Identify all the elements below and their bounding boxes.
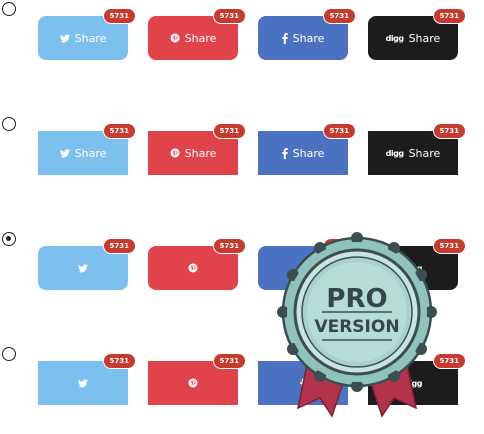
share-count-badge: 5731 xyxy=(103,354,135,368)
share-count-badge: 5731 xyxy=(213,239,245,253)
twitter-bird-icon xyxy=(59,33,70,43)
share-count-badge: 5731 xyxy=(213,124,245,138)
share-label: Share xyxy=(184,146,217,160)
digg-share-button[interactable]: digg Share 5731 xyxy=(368,124,465,175)
digg-share-button[interactable]: digg Share 5731 xyxy=(368,9,465,60)
share-count-badge: 5731 xyxy=(433,9,465,23)
style-option-4-radio[interactable] xyxy=(2,347,16,361)
share-count-badge: 5731 xyxy=(433,124,465,138)
facebook-share-button[interactable]: Share 5731 xyxy=(258,124,355,175)
pinterest-share-button[interactable]: Share 5731 xyxy=(148,124,245,175)
twitter-bird-icon xyxy=(78,263,88,273)
digg-logo-icon: digg xyxy=(385,33,404,43)
pro-text: PRO xyxy=(326,284,387,314)
share-label: Share xyxy=(74,146,107,160)
twitter-bird-icon xyxy=(59,148,70,158)
share-label: Share xyxy=(292,146,325,160)
radio-selected-dot xyxy=(6,236,11,241)
digg-logo-icon: digg xyxy=(385,148,404,158)
pinterest-icon xyxy=(188,378,198,388)
share-count-badge: 5731 xyxy=(213,9,245,23)
pinterest-share-button[interactable]: Share 5731 xyxy=(148,9,245,60)
share-count-badge: 5731 xyxy=(103,124,135,138)
facebook-share-button[interactable]: Share 5731 xyxy=(258,9,355,60)
share-count-badge: 5731 xyxy=(323,124,355,138)
share-label: Share xyxy=(292,31,325,45)
share-count-badge: 5731 xyxy=(323,9,355,23)
share-label: Share xyxy=(408,146,441,160)
pinterest-share-button[interactable]: 5731 xyxy=(148,354,245,405)
pro-version-seal-graphic: PRO VERSION xyxy=(277,232,437,418)
pro-version-seal: PRO VERSION xyxy=(272,230,442,420)
facebook-f-icon xyxy=(281,32,288,44)
twitter-share-button[interactable]: 5731 xyxy=(38,239,135,290)
style-option-1: Share 5731 Share 5731 Share 5731 digg Sh… xyxy=(0,2,484,62)
style-option-2: Share 5731 Share 5731 Share 5731 digg Sh… xyxy=(0,117,484,177)
pinterest-share-button[interactable]: 5731 xyxy=(148,239,245,290)
style-option-2-radio[interactable] xyxy=(2,117,16,131)
share-count-badge: 5731 xyxy=(103,9,135,23)
share-label: Share xyxy=(184,31,217,45)
pinterest-icon xyxy=(170,33,180,43)
twitter-bird-icon xyxy=(78,378,88,388)
pinterest-icon xyxy=(188,263,198,273)
style-option-3-radio[interactable] xyxy=(2,232,16,246)
share-count-badge: 5731 xyxy=(103,239,135,253)
share-label: Share xyxy=(408,31,441,45)
version-text: VERSION xyxy=(314,317,399,337)
facebook-f-icon xyxy=(281,147,288,159)
share-label: Share xyxy=(74,31,107,45)
pinterest-icon xyxy=(170,148,180,158)
twitter-share-button[interactable]: Share 5731 xyxy=(38,124,135,175)
twitter-share-button[interactable]: Share 5731 xyxy=(38,9,135,60)
share-count-badge: 5731 xyxy=(213,354,245,368)
style-option-1-radio[interactable] xyxy=(2,2,16,16)
twitter-share-button[interactable]: 5731 xyxy=(38,354,135,405)
